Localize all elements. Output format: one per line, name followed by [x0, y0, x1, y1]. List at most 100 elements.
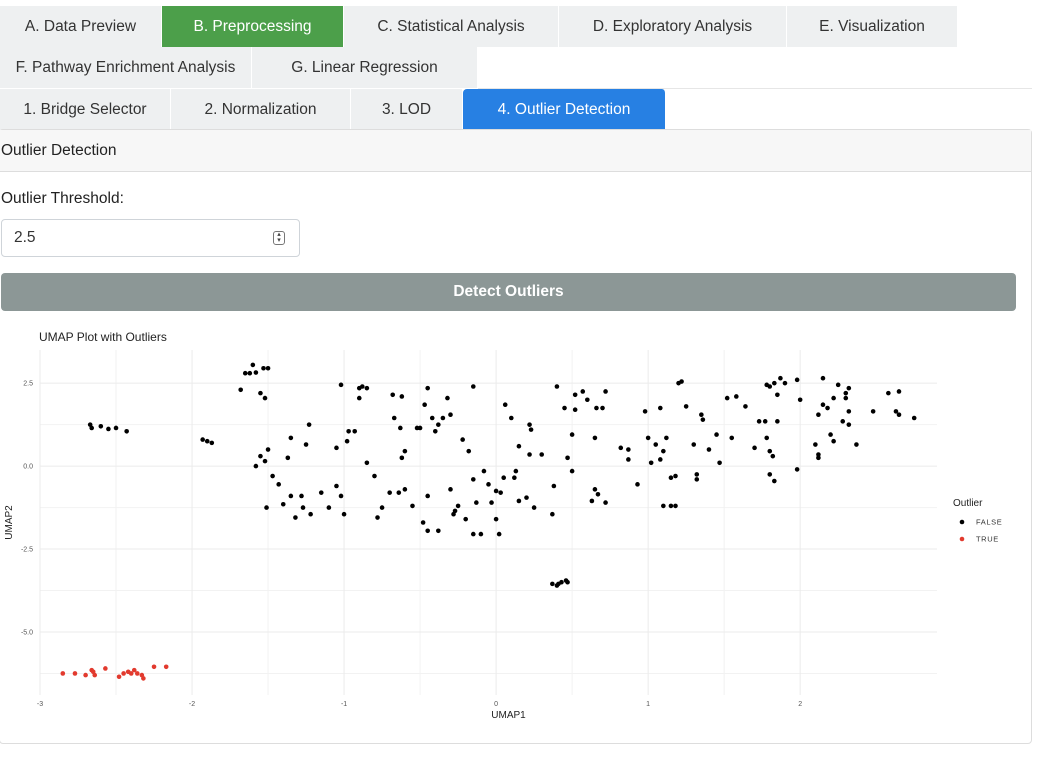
data-point-false: [285, 455, 291, 461]
data-point-false: [699, 412, 704, 417]
data-point-false: [820, 402, 826, 408]
data-point-false: [772, 380, 777, 386]
data-point-false: [600, 405, 605, 411]
data-point-false: [846, 385, 852, 391]
data-point-false: [797, 397, 803, 403]
data-point-false: [770, 453, 776, 459]
data-point-false: [551, 483, 557, 489]
data-point-true: [135, 671, 140, 676]
y-axis-label: UMAP2: [4, 505, 15, 540]
data-point-false: [854, 442, 859, 447]
data-point-true: [83, 672, 88, 678]
data-point-false: [262, 395, 268, 401]
data-point-false: [379, 505, 385, 510]
data-point-true: [92, 672, 98, 678]
data-point-false: [422, 402, 427, 408]
data-point-false: [772, 478, 777, 484]
x-tick-label: -3: [37, 701, 43, 708]
tab-visualization[interactable]: E. Visualization: [787, 6, 958, 47]
data-point-false: [825, 405, 830, 411]
data-point-true: [121, 671, 126, 676]
data-point-false: [460, 437, 465, 442]
tab-pathway-enrichment[interactable]: F. Pathway Enrichment Analysis: [0, 47, 252, 88]
data-point-false: [293, 515, 298, 520]
data-point-false: [843, 390, 849, 396]
data-point-false: [364, 460, 370, 466]
data-point-false: [603, 500, 608, 505]
spinner-icon[interactable]: ▴ ▾: [273, 231, 285, 245]
data-point-false: [436, 528, 441, 534]
data-point-false: [843, 395, 849, 401]
data-point-false: [346, 428, 351, 434]
data-point-false: [258, 453, 263, 459]
data-point-false: [657, 457, 663, 462]
data-point-false: [668, 475, 674, 481]
data-point-false: [813, 442, 818, 447]
data-point-false: [387, 490, 392, 495]
data-point-false: [820, 375, 826, 381]
chart-title: UMAP Plot with Outliers: [39, 330, 167, 344]
data-point-false: [318, 490, 324, 495]
data-point-false: [527, 452, 532, 457]
data-point-false: [661, 503, 666, 509]
data-point-false: [831, 395, 836, 401]
data-point-false: [565, 455, 570, 461]
tab-linear-regression[interactable]: G. Linear Regression: [252, 47, 478, 88]
data-point-false: [831, 438, 836, 444]
data-point-false: [778, 375, 783, 381]
data-point-false: [258, 390, 263, 396]
tab-exploratory-analysis[interactable]: D. Exploratory Analysis: [559, 6, 787, 47]
data-point-false: [569, 468, 575, 474]
data-point-false: [524, 495, 529, 500]
subtab-lod[interactable]: 3. LOD: [351, 89, 463, 130]
data-point-false: [481, 468, 487, 474]
x-tick-label: 0: [494, 701, 498, 708]
data-point-false: [585, 397, 590, 403]
data-point-false: [204, 438, 210, 444]
data-point-false: [794, 377, 800, 383]
data-point-true: [72, 671, 78, 676]
data-point-false: [98, 423, 104, 429]
data-point-false: [556, 581, 561, 587]
y-tick-label: -5.0: [21, 629, 33, 636]
x-tick-label: -1: [341, 701, 347, 708]
data-point-false: [356, 395, 362, 401]
data-point-false: [425, 493, 430, 499]
data-point-false: [399, 394, 405, 399]
data-point-false: [594, 405, 599, 411]
tab-preprocessing[interactable]: B. Preprocessing: [162, 6, 344, 47]
subtab-bridge-selector[interactable]: 1. Bridge Selector: [0, 89, 171, 130]
data-point-false: [661, 448, 666, 454]
data-point-false: [657, 405, 663, 411]
data-point-false: [554, 384, 560, 389]
data-point-false: [911, 415, 917, 421]
subtab-normalization[interactable]: 2. Normalization: [171, 89, 351, 130]
data-point-false: [572, 407, 578, 413]
data-point-false: [756, 419, 762, 424]
data-point-false: [455, 503, 461, 509]
data-point-false: [513, 468, 519, 474]
tab-statistical-analysis[interactable]: C. Statistical Analysis: [344, 6, 559, 47]
data-point-false: [432, 428, 438, 434]
threshold-input[interactable]: 2.5 ▴ ▾: [1, 219, 300, 257]
data-point-false: [451, 511, 456, 517]
detect-outliers-button[interactable]: Detect Outliers: [1, 273, 1016, 311]
data-point-false: [648, 460, 654, 466]
data-point-false: [478, 531, 484, 537]
main-tabs-row-2: F. Pathway Enrichment Analysis G. Linear…: [0, 47, 478, 88]
data-point-false: [618, 445, 624, 451]
data-point-false: [729, 435, 735, 441]
data-point-false: [303, 442, 309, 447]
data-point-false: [502, 402, 508, 408]
data-point-false: [352, 428, 358, 434]
data-point-false: [209, 440, 215, 446]
data-point-false: [550, 581, 555, 587]
data-point-false: [569, 432, 575, 437]
subtab-outlier-detection[interactable]: 4. Outlier Detection: [463, 89, 666, 130]
tab-data-preview[interactable]: A. Data Preview: [0, 6, 162, 47]
data-point-false: [344, 438, 350, 444]
data-point-false: [673, 473, 678, 479]
threshold-label: Outlier Threshold:: [1, 190, 124, 207]
data-point-false: [253, 370, 259, 375]
data-point-false: [734, 394, 739, 399]
